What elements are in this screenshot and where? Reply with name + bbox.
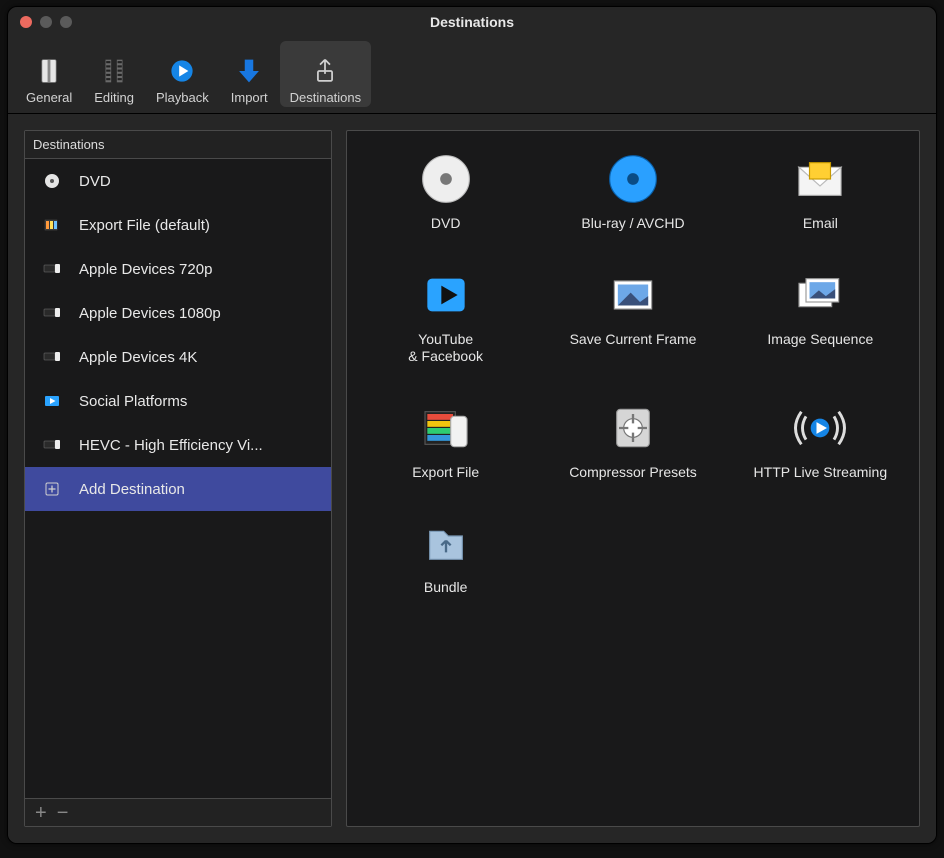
editing-tab[interactable]: Editing	[84, 41, 144, 107]
toolbar-label: Import	[231, 90, 268, 105]
gallery-item-label: Compressor Presets	[569, 464, 697, 482]
plus-icon	[37, 477, 67, 501]
sidebar-item-label: Social Platforms	[79, 393, 187, 410]
gallery-item-label: HTTP Live Streaming	[754, 464, 888, 482]
dvd-icon	[37, 169, 67, 193]
add-button[interactable]: +	[35, 803, 47, 823]
exportfile-big-icon	[416, 400, 476, 456]
gallery-item-label: YouTube & Facebook	[408, 331, 483, 366]
destinations-sidebar: Destinations DVD Export File (default) App…	[24, 130, 332, 827]
gallery-item[interactable]: Bundle	[357, 515, 534, 597]
gallery-item[interactable]: Blu-ray / AVCHD	[544, 151, 721, 233]
bluray-icon	[603, 151, 663, 207]
sidebar-item[interactable]: Export File (default)	[25, 203, 331, 247]
general-icon	[32, 54, 66, 88]
gallery-item-label: DVD	[431, 215, 461, 233]
sidebar-item[interactable]: Apple Devices 720p	[25, 247, 331, 291]
toolbar-label: General	[26, 90, 72, 105]
gallery-item[interactable]: Export File	[357, 400, 534, 482]
playback-icon	[165, 54, 199, 88]
gallery-item-label: Blu-ray / AVCHD	[581, 215, 684, 233]
sidebar-item[interactable]: DVD	[25, 159, 331, 203]
ytfb-icon	[416, 267, 476, 323]
sidebar-item-label: HEVC - High Efficiency Vi...	[79, 437, 263, 454]
gallery-item[interactable]: YouTube & Facebook	[357, 267, 534, 366]
gallery-item[interactable]: Compressor Presets	[544, 400, 721, 482]
gallery-item-label: Bundle	[424, 579, 468, 597]
toolbar-label: Editing	[94, 90, 134, 105]
remove-button[interactable]: −	[57, 803, 69, 823]
sidebar-item-label: Apple Devices 4K	[79, 349, 197, 366]
sidebar-item[interactable]: Add Destination	[25, 467, 331, 511]
dvd-big-icon	[416, 151, 476, 207]
sidebar-item[interactable]: Apple Devices 1080p	[25, 291, 331, 335]
bundle-icon	[416, 515, 476, 571]
gallery-grid: DVD Blu-ray / AVCHD Email YouTube & Faceboo…	[357, 151, 909, 597]
destination-gallery: DVD Blu-ray / AVCHD Email YouTube & Faceboo…	[346, 130, 920, 827]
device-icon	[37, 257, 67, 281]
compressor-icon	[603, 400, 663, 456]
sidebar-item[interactable]: Apple Devices 4K	[25, 335, 331, 379]
preferences-window: Destinations General Editing Playback Impor…	[7, 6, 937, 844]
import-icon	[232, 54, 266, 88]
device-icon	[37, 345, 67, 369]
sidebar-item[interactable]: Social Platforms	[25, 379, 331, 423]
gallery-item[interactable]: Image Sequence	[732, 267, 909, 366]
gallery-item-label: Image Sequence	[767, 331, 873, 349]
titlebar: Destinations	[8, 7, 936, 37]
exportfile-icon	[37, 213, 67, 237]
gallery-item-label: Save Current Frame	[570, 331, 697, 349]
email-icon	[790, 151, 850, 207]
gallery-item[interactable]: DVD	[357, 151, 534, 233]
gallery-item[interactable]: Save Current Frame	[544, 267, 721, 366]
content-area: Destinations DVD Export File (default) App…	[8, 114, 936, 843]
destinations-tab[interactable]: Destinations	[280, 41, 372, 107]
frame-icon	[603, 267, 663, 323]
social-icon	[37, 389, 67, 413]
gallery-item-label: Export File	[412, 464, 479, 482]
editing-icon	[97, 54, 131, 88]
destinations-icon	[308, 54, 342, 88]
preferences-toolbar: General Editing Playback Import Destinations	[8, 37, 936, 114]
gallery-item-label: Email	[803, 215, 838, 233]
sidebar-item-label: DVD	[79, 173, 111, 190]
gallery-item[interactable]: HTTP Live Streaming	[732, 400, 909, 482]
gallery-item[interactable]: Email	[732, 151, 909, 233]
general-tab[interactable]: General	[16, 41, 82, 107]
import-tab[interactable]: Import	[221, 41, 278, 107]
sidebar-item[interactable]: HEVC - High Efficiency Vi...	[25, 423, 331, 467]
sidebar-header: Destinations	[25, 131, 331, 159]
sidebar-footer: + −	[25, 798, 331, 826]
toolbar-label: Destinations	[290, 90, 362, 105]
hls-icon	[790, 400, 850, 456]
sidebar-list: DVD Export File (default) Apple Devices 72…	[25, 159, 331, 798]
sequence-icon	[790, 267, 850, 323]
window-title: Destinations	[8, 14, 936, 30]
sidebar-item-label: Export File (default)	[79, 217, 210, 234]
playback-tab[interactable]: Playback	[146, 41, 219, 107]
sidebar-item-label: Apple Devices 720p	[79, 261, 212, 278]
toolbar-label: Playback	[156, 90, 209, 105]
sidebar-item-label: Apple Devices 1080p	[79, 305, 221, 322]
device-icon	[37, 433, 67, 457]
device-icon	[37, 301, 67, 325]
sidebar-item-label: Add Destination	[79, 481, 185, 498]
